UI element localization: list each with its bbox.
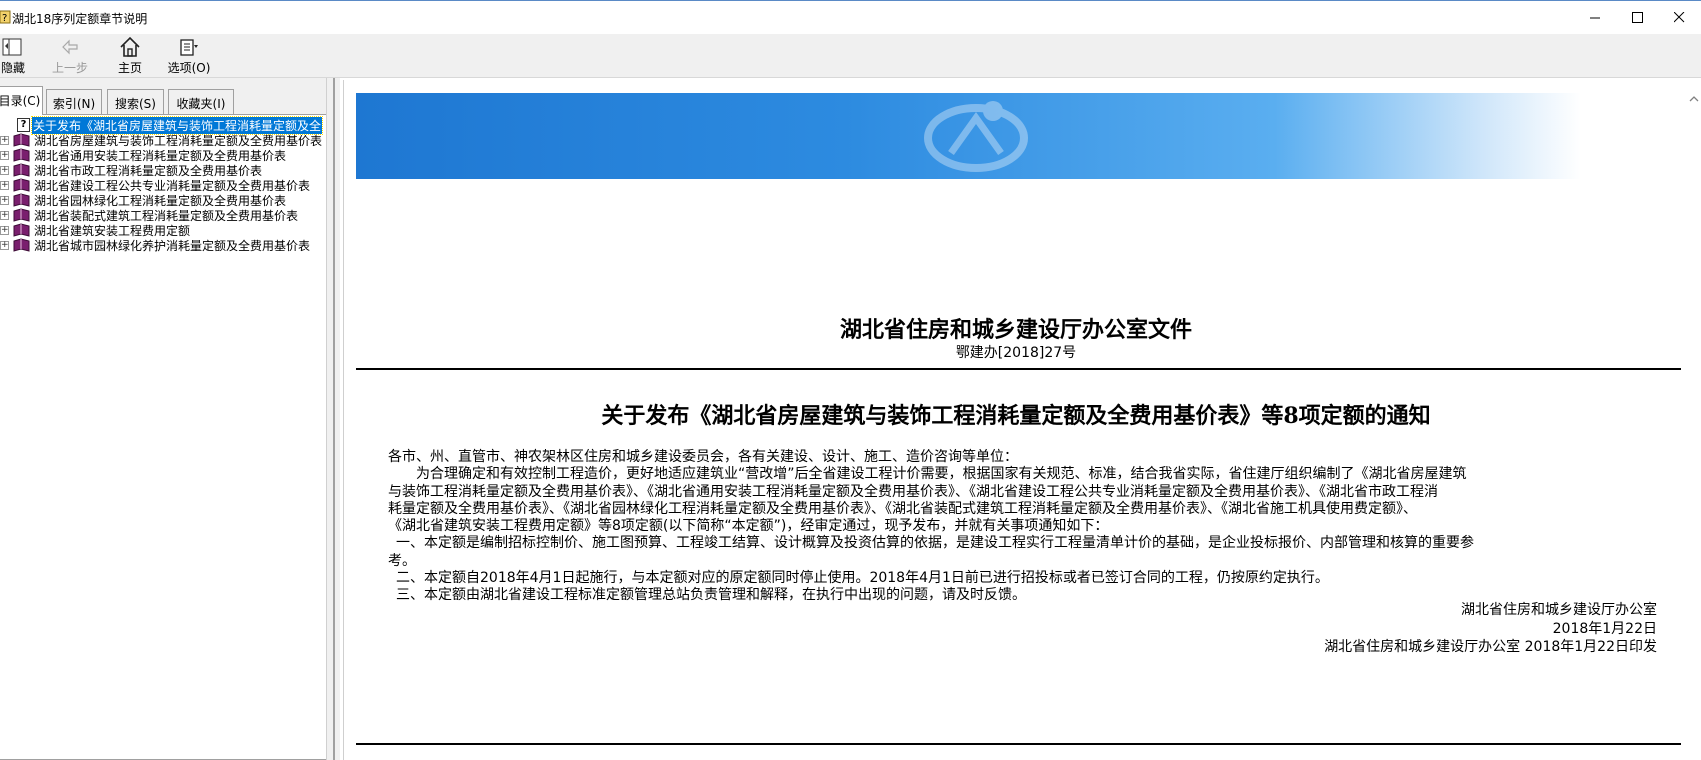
expand-plus-icon[interactable]: + — [0, 240, 9, 250]
tab-favorites[interactable]: 收藏夹(I) — [168, 89, 234, 115]
expand-plus-icon[interactable]: + — [0, 180, 9, 190]
item-one: 一、本定额是编制招标控制价、施工图预算、工程竣工结算、设计概算及投资估算的依据，… — [396, 535, 1474, 552]
document-number: 鄂建办[2018]27号 — [955, 345, 1077, 361]
expand-plus-icon[interactable]: + — [0, 165, 9, 175]
home-label: 主页 — [117, 61, 142, 75]
options-button[interactable]: 选项(O) — [167, 36, 211, 76]
book-icon — [13, 163, 30, 177]
print-line: 湖北省住房和城乡建设厅办公室 2018年1月22日印发 — [1324, 639, 1657, 655]
banner-logo-icon — [924, 101, 1028, 172]
item-two: 二、本定额自2018年4月1日起施行，与本定额对应的原定额同时停止使用。2018… — [396, 570, 1329, 587]
book-icon — [13, 208, 30, 222]
book-icon — [13, 178, 30, 192]
expand-plus-icon[interactable]: + — [0, 210, 9, 220]
book-icon — [13, 223, 30, 237]
expand-plus-icon[interactable]: + — [0, 135, 9, 145]
back-arrow-icon — [62, 39, 78, 55]
tab-contents[interactable]: 目录(C) — [0, 86, 43, 115]
maximize-button[interactable] — [1614, 1, 1660, 34]
expand-plus-icon[interactable]: + — [0, 195, 9, 205]
book-icon — [13, 148, 30, 162]
hide-label: 隐藏 — [0, 61, 25, 75]
header-rule — [356, 368, 1681, 370]
notice-body: 各市、州、直管市、神农架林区住房和城乡建设委员会，各有关建设、设计、施工、造价咨… — [388, 449, 1678, 605]
options-label: 选项(O) — [167, 61, 211, 75]
document-view: 湖北省住房和城乡建设厅办公室文件 鄂建办[2018]27号 关于发布《湖北省房屋… — [343, 80, 1687, 760]
paragraph-line: 为合理确定和有效控制工程造价，更好地适应建筑业“营改增”后全省建设工程计价需要，… — [416, 466, 1467, 483]
salutation: 各市、州、直管市、神农架林区住房和城乡建设委员会，各有关建设、设计、施工、造价咨… — [388, 449, 1018, 465]
window-title: 湖北18序列定额章节说明 — [12, 12, 148, 26]
tree-item-label: 湖北省城市园林绿化养护消耗量定额及全费用基价表 — [34, 238, 311, 253]
back-label: 上一步 — [51, 61, 88, 75]
expand-plus-icon[interactable]: + — [0, 150, 9, 160]
splitter-grip — [333, 78, 335, 760]
help-app-icon: ? — [0, 10, 11, 24]
minimize-icon — [1589, 17, 1600, 19]
item-one-continued: 考。 — [388, 552, 416, 569]
hide-pane-icon — [2, 38, 22, 56]
maximize-icon — [1631, 12, 1643, 23]
home-icon — [120, 36, 140, 57]
home-button[interactable]: 主页 — [115, 36, 145, 76]
expand-plus-icon[interactable]: + — [0, 225, 9, 235]
footer-rule — [356, 743, 1681, 745]
hide-button[interactable]: 隐藏 — [0, 36, 26, 76]
close-icon — [1673, 12, 1684, 23]
scroll-up-icon[interactable] — [1687, 92, 1701, 106]
signature-date: 2018年1月22日 — [1552, 621, 1657, 637]
document-header-title: 湖北省住房和城乡建设厅办公室文件 — [839, 317, 1192, 343]
paragraph-line: 耗量定额及全费用基价表》、《湖北省园林绿化工程消耗量定额及全费用基价表》、《湖北… — [388, 500, 1417, 517]
tree-item-book[interactable]: + 湖北省城市园林绿化养护消耗量定额及全费用基价表 — [0, 237, 310, 253]
title-bar: ? 湖北18序列定额章节说明 — [0, 0, 1701, 34]
close-button[interactable] — [1656, 1, 1701, 34]
navigation-pane: 目录(C) 索引(N) 搜索(S) 收藏夹(I) ? 关于发布《湖北省房屋建筑与… — [0, 78, 335, 760]
pane-splitter[interactable] — [326, 78, 340, 760]
tab-index[interactable]: 索引(N) — [46, 89, 102, 115]
contents-tree: ? 关于发布《湖北省房屋建筑与装饰工程消耗量定额及全 + 湖北省房屋建筑与装饰工… — [0, 114, 330, 760]
header-banner — [356, 93, 1581, 179]
paragraph-line: 《湖北省建筑安装工程费用定额》等8项定额(以下简称“本定额”)，经审定通过，现予… — [388, 518, 1109, 535]
toolbar: 隐藏 上一步 主页 选项(O) — [0, 34, 1701, 77]
minimize-button[interactable] — [1572, 1, 1618, 34]
book-icon — [13, 238, 30, 252]
options-icon — [180, 39, 198, 56]
back-button[interactable]: 上一步 — [48, 36, 92, 76]
notice-title: 关于发布《湖北省房屋建筑与装饰工程消耗量定额及全费用基价表》等8项定额的通知 — [601, 403, 1431, 429]
paragraph-line: 与装饰工程消耗量定额及全费用基价表》、《湖北省通用安装工程消耗量定额及全费用基价… — [388, 483, 1438, 500]
svg-text:?: ? — [2, 13, 7, 24]
help-topic-icon: ? — [17, 118, 30, 132]
book-icon — [13, 133, 30, 147]
tab-search[interactable]: 搜索(S) — [107, 89, 164, 115]
book-icon — [13, 193, 30, 207]
signature-org: 湖北省住房和城乡建设厅办公室 — [1461, 602, 1657, 618]
